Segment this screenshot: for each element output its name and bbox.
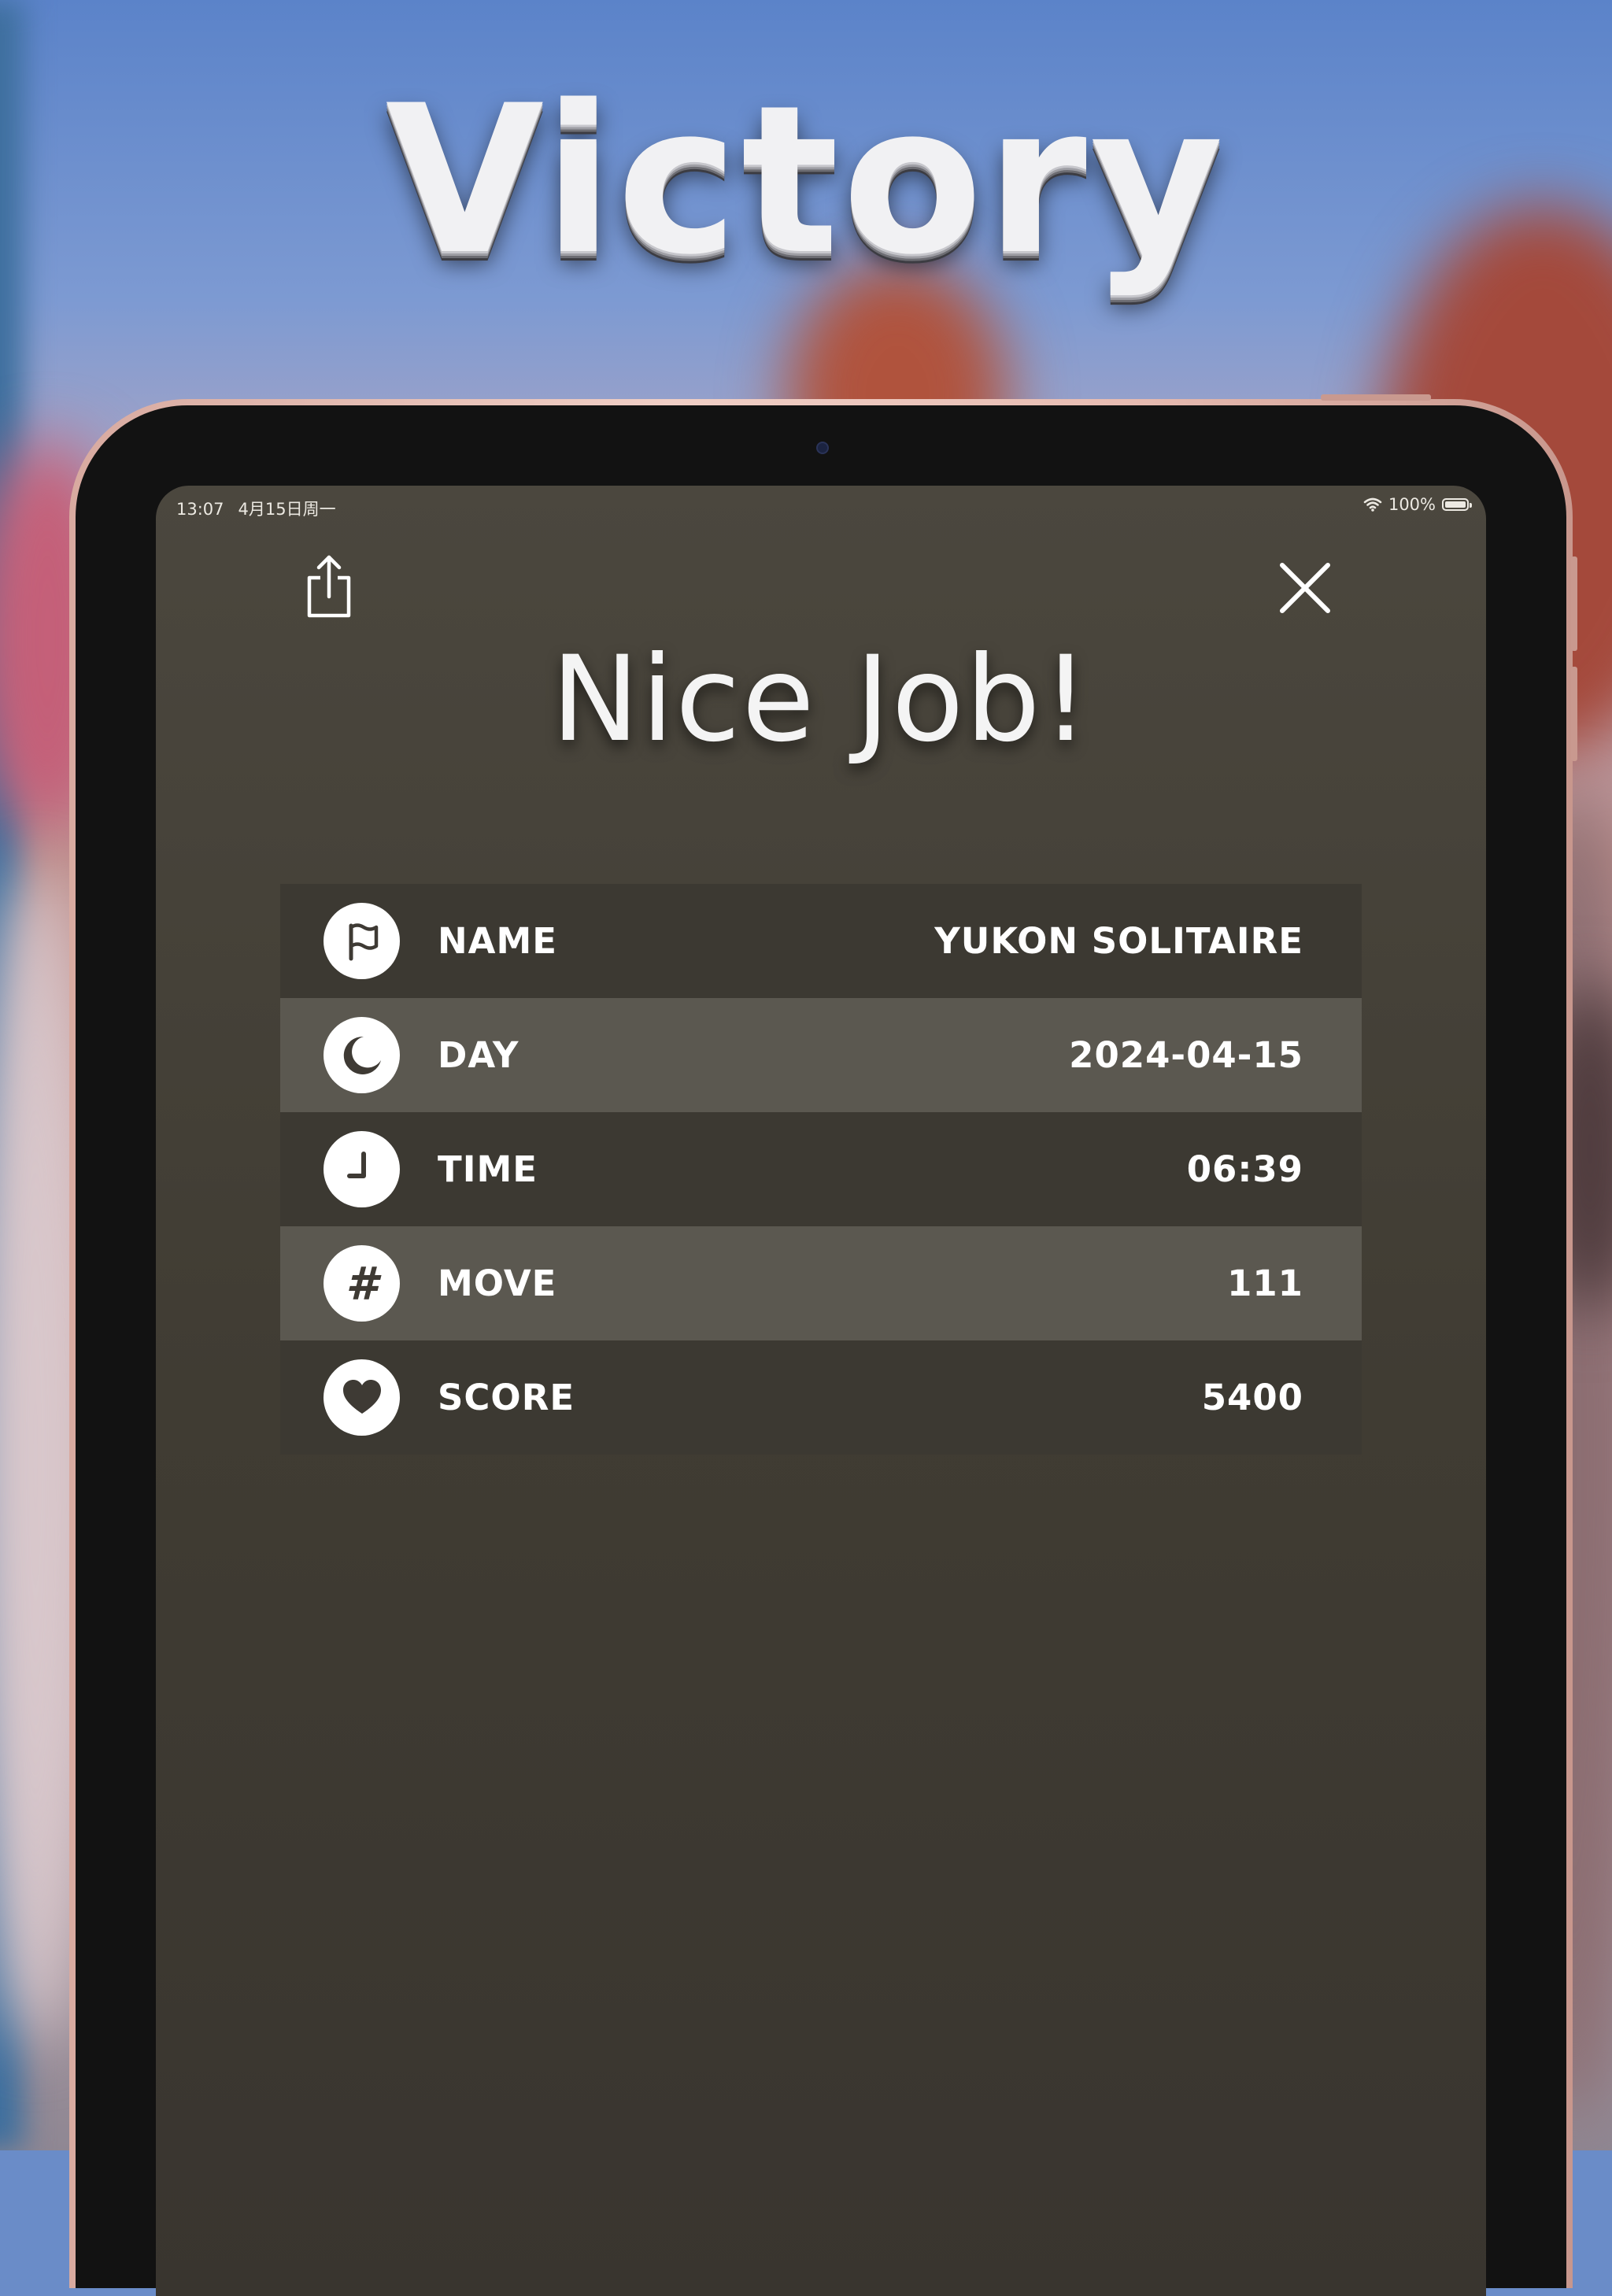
share-icon [307,555,351,618]
dialog-title: Nice Job! [551,631,1091,768]
top-button [1321,394,1431,401]
status-bar-left: 13:07 4月15日周一 [176,497,350,520]
tablet-device: 13:07 4月15日周一 100% Nice Job! NAME YUKON … [69,394,1577,2296]
row-label: TIME [438,1148,538,1190]
battery-icon [1442,498,1472,511]
hash-glyph: # [346,1256,378,1311]
row-value: 06:39 [1186,1148,1303,1190]
row-label: MOVE [438,1263,557,1304]
volume-up-button [1571,556,1577,651]
share-button[interactable] [301,553,357,619]
battery-percent: 100% [1388,495,1436,514]
row-value: 111 [1227,1263,1303,1304]
flag-icon [324,903,400,979]
headline: Victory [385,62,1227,300]
wifi-icon [1363,497,1382,512]
hash-icon: # [324,1245,400,1322]
row-value: YUKON SOLITAIRE [934,920,1303,962]
close-icon [1280,563,1330,613]
stats-row-name: NAME YUKON SOLITAIRE [280,884,1362,998]
moon-icon [324,1017,400,1093]
row-value: 5400 [1201,1377,1303,1418]
status-date: 4月15日周一 [238,500,336,519]
front-camera [816,442,829,454]
stats-row-move: # MOVE 111 [280,1226,1362,1340]
stats-row-time: TIME 06:39 [280,1112,1362,1226]
heart-icon [324,1359,400,1436]
status-time: 13:07 [176,500,224,519]
row-label: SCORE [438,1377,575,1418]
clock-icon [324,1131,400,1207]
row-label: NAME [438,920,558,962]
row-value: 2024-04-15 [1069,1034,1303,1076]
close-button[interactable] [1277,560,1333,616]
status-bar-right: 100% [1363,495,1472,514]
volume-down-button [1571,667,1577,761]
stats-row-score: SCORE 5400 [280,1340,1362,1455]
row-label: DAY [438,1034,519,1076]
device-screen: 13:07 4月15日周一 100% Nice Job! NAME YUKON … [156,486,1486,2296]
stats-row-day: DAY 2024-04-15 [280,998,1362,1112]
stats-table: NAME YUKON SOLITAIRE DAY 2024-04-15 TIME… [280,884,1362,1455]
